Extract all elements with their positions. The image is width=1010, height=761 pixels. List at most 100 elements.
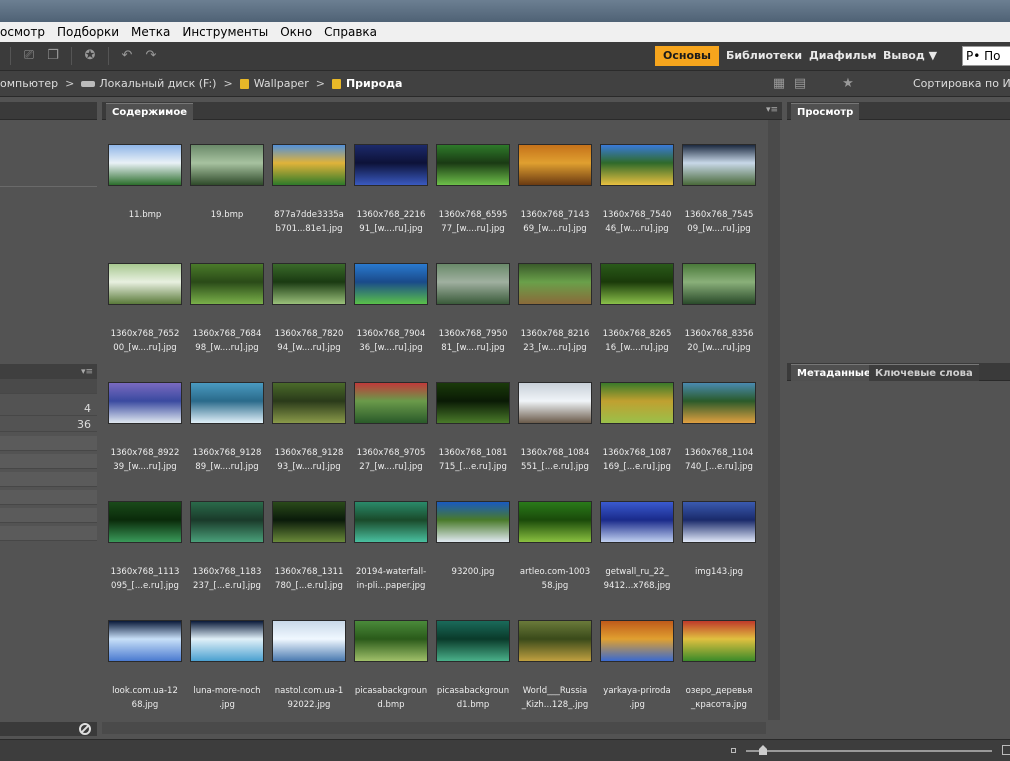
star-filter-icon[interactable]: ★ — [840, 76, 856, 92]
workspace-output[interactable]: Вывод ▼ — [875, 46, 945, 66]
menu-item-label[interactable]: Метка — [125, 25, 176, 39]
thumbnail-item[interactable]: 1360x768_1113 095_[...e.ru].jpg — [104, 477, 186, 595]
thumbnail-item[interactable]: World___Russia _Kizh...128_.jpg — [514, 596, 596, 714]
thumbnail-image[interactable] — [518, 382, 592, 424]
thumbnail-image[interactable] — [600, 144, 674, 186]
panel-menu-icon[interactable]: ▾≡ — [766, 105, 778, 115]
thumbnail-item[interactable]: 1360x768_8265 16_[w....ru].jpg — [596, 239, 678, 357]
thumbnail-image[interactable] — [600, 620, 674, 662]
thumbnail-item[interactable]: 1360x768_1183 237_[...e.ru].jpg — [186, 477, 268, 595]
thumbnail-image[interactable] — [436, 263, 510, 305]
filter-row[interactable] — [0, 472, 97, 487]
thumbnail-image[interactable] — [518, 501, 592, 543]
slider-handle[interactable] — [759, 745, 767, 755]
thumbnail-image[interactable] — [682, 501, 756, 543]
thumbnail-image[interactable] — [436, 382, 510, 424]
thumbnail-item[interactable]: getwall_ru_22_ 9412...x768.jpg — [596, 477, 678, 595]
filter-row[interactable] — [0, 508, 97, 523]
thumbnail-image[interactable] — [600, 382, 674, 424]
filter-row[interactable] — [0, 454, 97, 469]
panel-menu-icon[interactable]: ▾≡ — [81, 367, 93, 377]
menu-item-help[interactable]: Справка — [318, 25, 383, 39]
thumbnail-item[interactable]: 1360x768_1081 715_[...e.ru].jpg — [432, 358, 514, 476]
filter-row[interactable] — [0, 490, 97, 505]
thumbnail-image[interactable] — [272, 144, 346, 186]
thumbnail-image[interactable] — [600, 501, 674, 543]
thumbnail-image[interactable] — [108, 263, 182, 305]
thumbnail-image[interactable] — [272, 501, 346, 543]
camera-icon[interactable]: ⎚ — [21, 48, 37, 64]
thumbnail-item[interactable]: 1360x768_7950 81_[w....ru].jpg — [432, 239, 514, 357]
thumbnail-image[interactable] — [190, 144, 264, 186]
thumbnail-item[interactable]: 1360x768_8216 23_[w....ru].jpg — [514, 239, 596, 357]
thumbnail-item[interactable]: 1360x768_6595 77_[w....ru].jpg — [432, 120, 514, 238]
tab-metadata[interactable]: Метаданные — [791, 364, 877, 381]
thumbnail-image[interactable] — [190, 501, 264, 543]
menu-item-collections[interactable]: Подборки — [51, 25, 125, 39]
filter-row[interactable] — [0, 379, 97, 394]
breadcrumb-wallpaper[interactable]: Wallpaper — [239, 77, 309, 90]
sort-dropdown[interactable]: Сортировка по Име — [913, 77, 1010, 90]
thumbnail-image[interactable] — [518, 263, 592, 305]
tab-content[interactable]: Содержимое — [106, 103, 194, 120]
thumbnail-item[interactable]: 1360x768_1087 169_[...e.ru].jpg — [596, 358, 678, 476]
breadcrumb-nature[interactable]: Природа — [331, 77, 402, 90]
thumbnail-item[interactable]: artleo.com-1003 58.jpg — [514, 477, 596, 595]
menu-item-tools[interactable]: Инструменты — [176, 25, 274, 39]
thumbnail-image[interactable] — [436, 620, 510, 662]
thumbnail-image[interactable] — [272, 620, 346, 662]
copy-icon[interactable]: ❐ — [45, 48, 61, 64]
workspace-essentials[interactable]: Основы — [655, 46, 719, 66]
thumbnail-item[interactable]: 1360x768_7652 00_[w....ru].jpg — [104, 239, 186, 357]
thumbnail-item[interactable]: озеро_деревья _красота.jpg — [678, 596, 760, 714]
thumbnail-item[interactable]: yarkaya-priroda .jpg — [596, 596, 678, 714]
thumbnail-image[interactable] — [108, 620, 182, 662]
thumbnail-item[interactable]: 1360x768_8356 20_[w....ru].jpg — [678, 239, 760, 357]
thumbnail-image[interactable] — [108, 382, 182, 424]
thumbnail-item[interactable]: luna-more-noch .jpg — [186, 596, 268, 714]
vertical-scrollbar[interactable] — [768, 120, 780, 720]
tab-keywords[interactable]: Ключевые слова — [869, 364, 979, 381]
thumbnail-quality-icon[interactable]: ▦ — [771, 76, 787, 92]
thumbnail-image[interactable] — [354, 501, 428, 543]
horizontal-scrollbar[interactable] — [102, 722, 766, 734]
thumbnail-image[interactable] — [518, 144, 592, 186]
thumbnail-item[interactable]: 1360x768_9128 93_[w....ru].jpg — [268, 358, 350, 476]
thumbnail-image[interactable] — [354, 382, 428, 424]
thumbnail-item[interactable]: nastol.com.ua-1 92022.jpg — [268, 596, 350, 714]
breadcrumb-computer[interactable]: омпьютер — [0, 77, 58, 90]
thumbnail-item[interactable]: img143.jpg — [678, 477, 760, 595]
zoom-in-icon[interactable] — [1002, 745, 1010, 755]
thumbnail-image[interactable] — [190, 620, 264, 662]
filter-row-count[interactable]: 36 — [0, 417, 97, 432]
filter-row[interactable] — [0, 526, 97, 541]
thumbnail-item[interactable]: 19.bmp — [186, 120, 268, 238]
thumbnail-item[interactable]: picasabackgroun d1.bmp — [432, 596, 514, 714]
thumbnail-image[interactable] — [682, 382, 756, 424]
thumbnail-item[interactable]: 1360x768_9128 89_[w....ru].jpg — [186, 358, 268, 476]
thumbnail-image[interactable] — [108, 144, 182, 186]
filter-row-count[interactable]: 4 — [0, 401, 97, 416]
rotate-right-icon[interactable]: ↷ — [143, 48, 159, 64]
rotate-left-icon[interactable]: ↶ — [119, 48, 135, 64]
tab-preview[interactable]: Просмотр — [791, 103, 860, 120]
clear-filter-icon[interactable] — [79, 723, 91, 735]
thumbnail-image[interactable] — [682, 263, 756, 305]
menu-item-window[interactable]: Окно — [274, 25, 318, 39]
thumbnail-item[interactable]: 20194-waterfall- in-pli...paper.jpg — [350, 477, 432, 595]
view-mode-icon[interactable]: ▤ — [792, 76, 808, 92]
thumbnail-item[interactable]: 1360x768_2216 91_[w....ru].jpg — [350, 120, 432, 238]
menu-item-view[interactable]: осмотр — [0, 25, 51, 39]
thumbnail-item[interactable]: 877a7dde3335a b701...81e1.jpg — [268, 120, 350, 238]
thumbnail-item[interactable]: 1360x768_7820 94_[w....ru].jpg — [268, 239, 350, 357]
thumbnail-item[interactable]: 1360x768_1104 740_[...e.ru].jpg — [678, 358, 760, 476]
thumbnail-image[interactable] — [272, 263, 346, 305]
thumbnail-image[interactable] — [272, 382, 346, 424]
thumbnail-image[interactable] — [518, 620, 592, 662]
filter-row[interactable] — [0, 436, 97, 451]
thumbnail-image[interactable] — [354, 263, 428, 305]
thumbnail-image[interactable] — [354, 620, 428, 662]
thumbnail-item[interactable]: 1360x768_1311 780_[...e.ru].jpg — [268, 477, 350, 595]
thumbnail-size-slider[interactable] — [746, 750, 992, 752]
thumbnail-image[interactable] — [354, 144, 428, 186]
